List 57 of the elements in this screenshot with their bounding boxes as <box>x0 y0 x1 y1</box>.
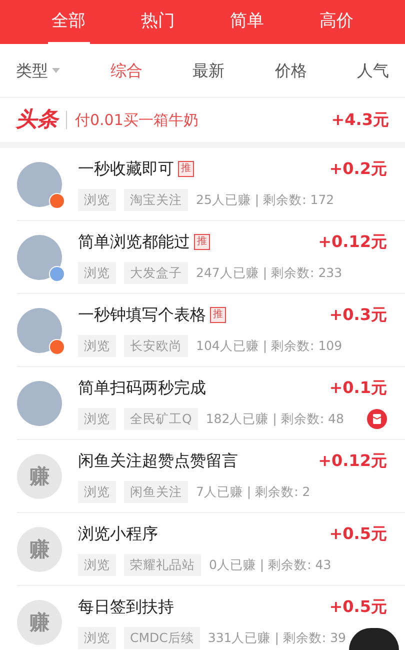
task-tag: 长安欧尚 <box>124 334 188 358</box>
reward-amount: +0.2元 <box>329 158 387 180</box>
task-stats: 7人已赚 | 剩余数: 2 <box>196 482 310 501</box>
task-tag: 荣耀礼品站 <box>124 554 201 576</box>
avatar-letter: 赚 <box>30 609 50 636</box>
avatar-photo-placeholder <box>17 380 62 426</box>
task-title[interactable]: 简单扫码两秒完成 <box>78 376 206 400</box>
task-tag: 大发盒子 <box>124 262 188 284</box>
task-tag: 闲鱼关注 <box>124 480 188 504</box>
task-title[interactable]: 浏览小程序 <box>78 522 158 546</box>
task-stats: 104人已赚 | 剩余数: 109 <box>196 336 342 355</box>
headline-logo: 头条 <box>16 106 58 134</box>
category-tab[interactable]: 热门 <box>136 2 179 44</box>
reward-amount: +4.3元 <box>331 109 389 131</box>
sort-option[interactable]: 价格 <box>274 58 307 82</box>
floating-button[interactable] <box>349 628 399 650</box>
recommended-tag: 推 <box>210 306 226 323</box>
envelope-icon[interactable] <box>367 409 387 429</box>
reward-amount: +0.12元 <box>318 450 387 472</box>
recommended-tag: 推 <box>178 160 194 177</box>
reward-amount: +0.12元 <box>318 230 387 253</box>
task-tag: 浏览 <box>78 262 116 284</box>
task-tag: 浏览 <box>78 554 116 576</box>
task-stats: 182人已赚 | 剩余数: 48 <box>206 410 344 428</box>
task-tag: CMDC后续 <box>124 626 200 650</box>
caret-down-icon <box>52 68 60 73</box>
task-tag: 淘宝关注 <box>124 188 188 212</box>
task-stats: 25人已赚 | 剩余数: 172 <box>196 190 334 209</box>
reward-amount: +0.5元 <box>329 596 387 618</box>
sort-option[interactable]: 人气 <box>357 58 389 82</box>
task-title[interactable]: 简单浏览都能过 <box>78 230 190 254</box>
type-filter-dropdown[interactable]: 类型 <box>16 58 60 82</box>
task-tag: 浏览 <box>78 334 116 358</box>
task-stats: 331人已赚 | 剩余数: 39 <box>208 628 346 647</box>
recommended-tag: 推 <box>194 234 210 250</box>
category-tab[interactable]: 简单 <box>226 2 268 44</box>
task-title[interactable]: 一秒钟填写个表格 <box>78 302 206 327</box>
task-tag: 浏览 <box>78 408 116 430</box>
category-tab[interactable]: 全部 <box>48 2 90 44</box>
category-tab[interactable]: 高价 <box>315 2 358 44</box>
reward-amount: +0.3元 <box>329 304 387 326</box>
task-stats: 247人已赚 | 剩余数: 233 <box>196 264 342 282</box>
task-title[interactable]: 每日签到扶持 <box>78 594 174 619</box>
sort-option[interactable]: 综合 <box>110 58 142 82</box>
task-tag: 浏览 <box>78 188 116 212</box>
task-title[interactable]: 闲鱼关注超赞点赞留言 <box>78 448 238 473</box>
task-tag: 浏览 <box>78 626 116 650</box>
sort-option[interactable]: 最新 <box>192 58 224 82</box>
reward-amount: +0.5元 <box>329 522 387 545</box>
reward-amount: +0.1元 <box>329 376 387 399</box>
headline-text[interactable]: 付0.01买一箱牛奶 <box>75 108 324 132</box>
task-stats: 0人已赚 | 剩余数: 43 <box>209 556 332 574</box>
avatar-letter: 赚 <box>30 536 50 563</box>
task-title[interactable]: 一秒收藏即可 <box>78 156 174 181</box>
task-tag: 全民矿工Q <box>124 408 198 430</box>
task-tag: 浏览 <box>78 480 116 504</box>
avatar-letter: 赚 <box>30 463 50 490</box>
